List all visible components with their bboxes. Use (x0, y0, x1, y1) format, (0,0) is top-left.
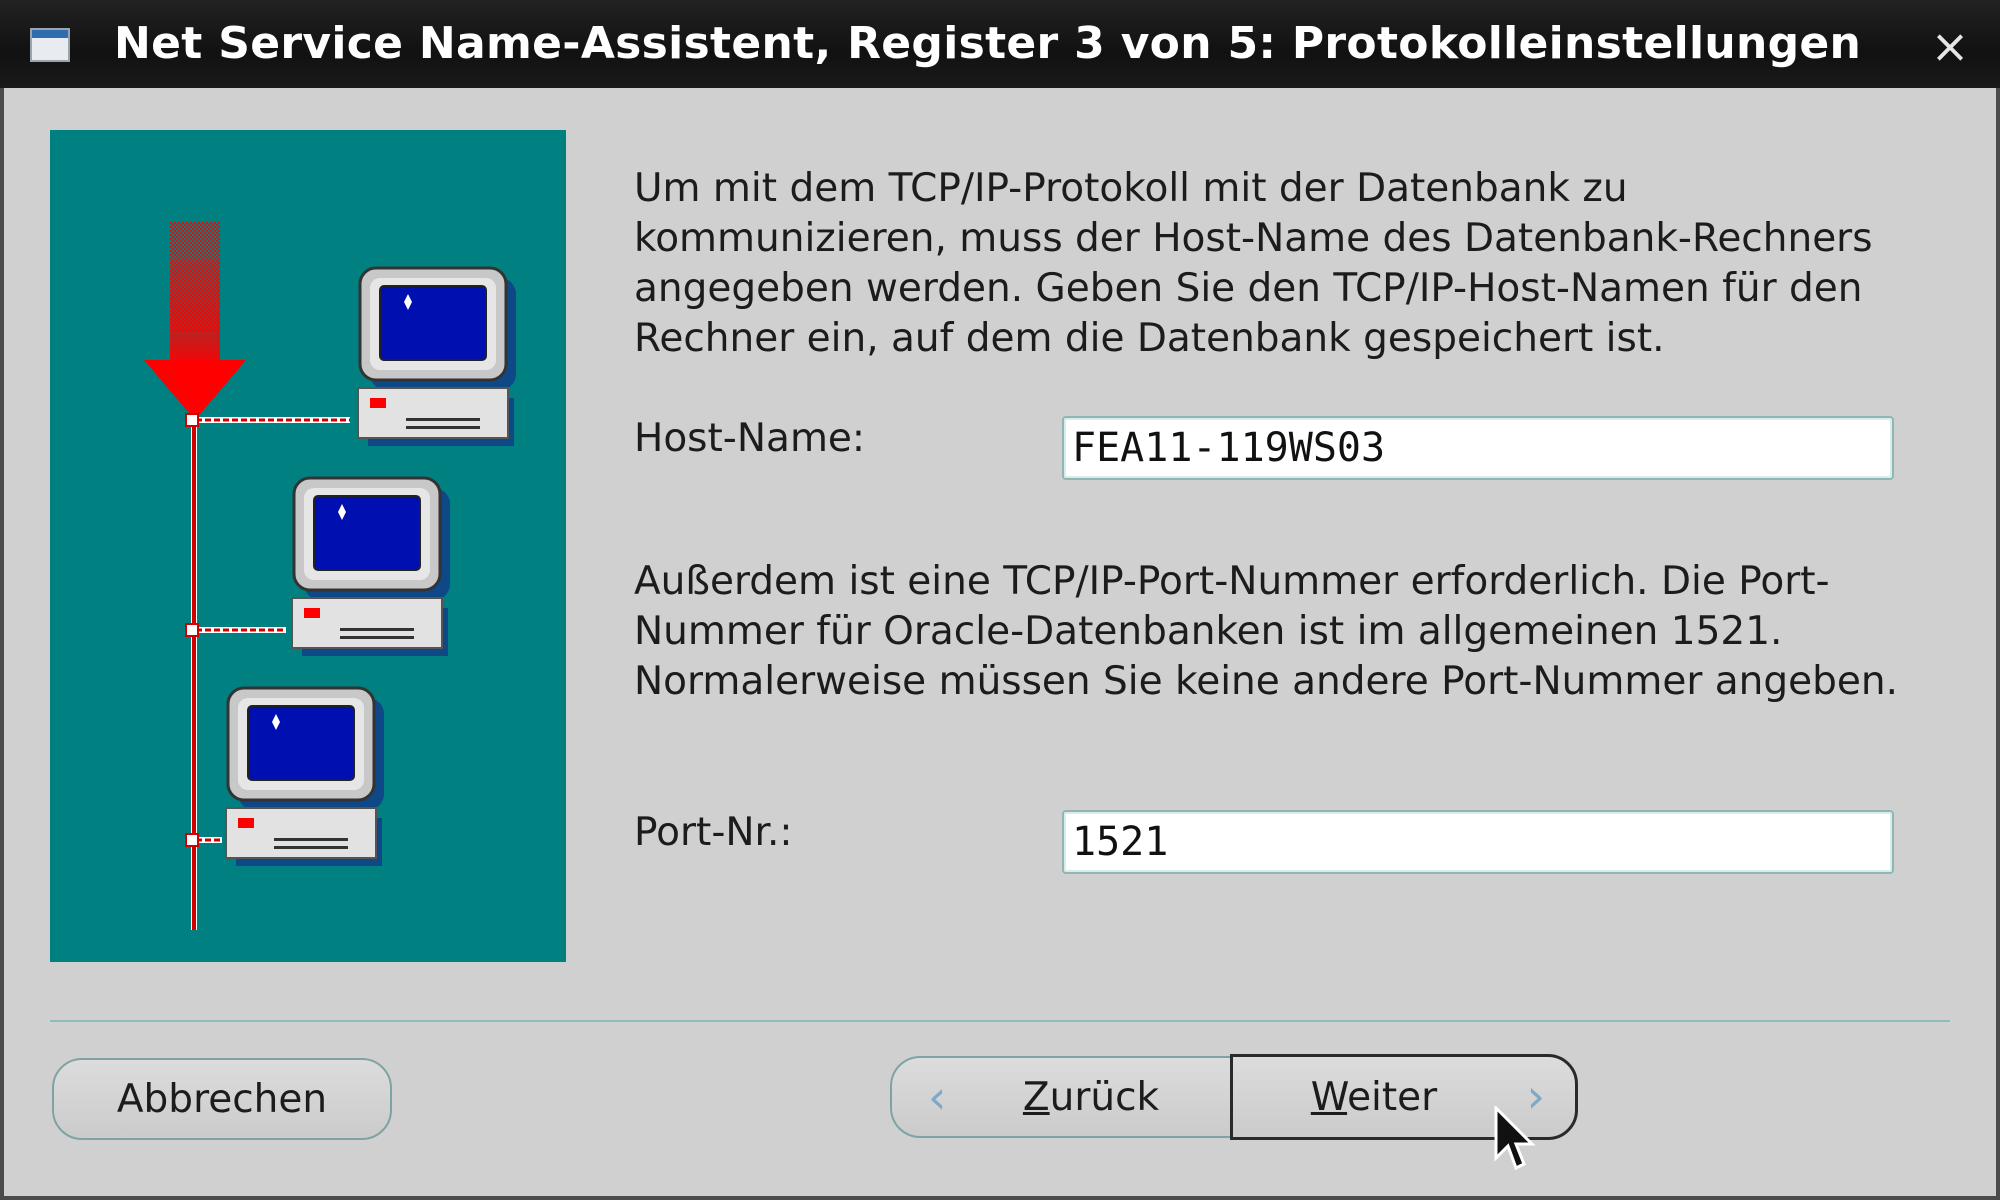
cancel-button-label: Abbrechen (116, 1076, 328, 1122)
back-button-label: Zurück (1023, 1075, 1159, 1120)
next-label-rest: eiter (1347, 1074, 1438, 1120)
port-description: Außerdem ist eine TCP/IP-Port-Nummer erf… (634, 559, 1898, 704)
host-name-input[interactable] (1062, 416, 1894, 480)
back-label-rest: urück (1049, 1074, 1160, 1120)
chevron-left-icon: ‹ (928, 1070, 947, 1124)
close-icon[interactable]: × (1922, 18, 1978, 74)
title-bar[interactable]: Net Service Name-Assistent, Register 3 v… (0, 0, 2000, 90)
port-number-input[interactable] (1062, 810, 1894, 874)
host-description: Um mit dem TCP/IP-Protokoll mit der Date… (634, 166, 1873, 361)
port-number-label: Port-Nr.: (634, 810, 793, 855)
mouse-cursor-icon (1494, 1106, 1536, 1171)
network-illustration (50, 130, 566, 962)
back-mnemonic: Z (1022, 1074, 1050, 1120)
back-button[interactable]: ‹ Zurück (890, 1056, 1230, 1138)
next-button-label: Weiter (1311, 1075, 1437, 1120)
window-icon[interactable] (30, 28, 70, 62)
window-title: Net Service Name-Assistent, Register 3 v… (114, 18, 1862, 69)
next-mnemonic: W (1310, 1074, 1348, 1120)
cancel-button[interactable]: Abbrechen (52, 1058, 392, 1140)
separator (50, 1020, 1950, 1022)
host-name-label: Host-Name: (634, 416, 866, 461)
